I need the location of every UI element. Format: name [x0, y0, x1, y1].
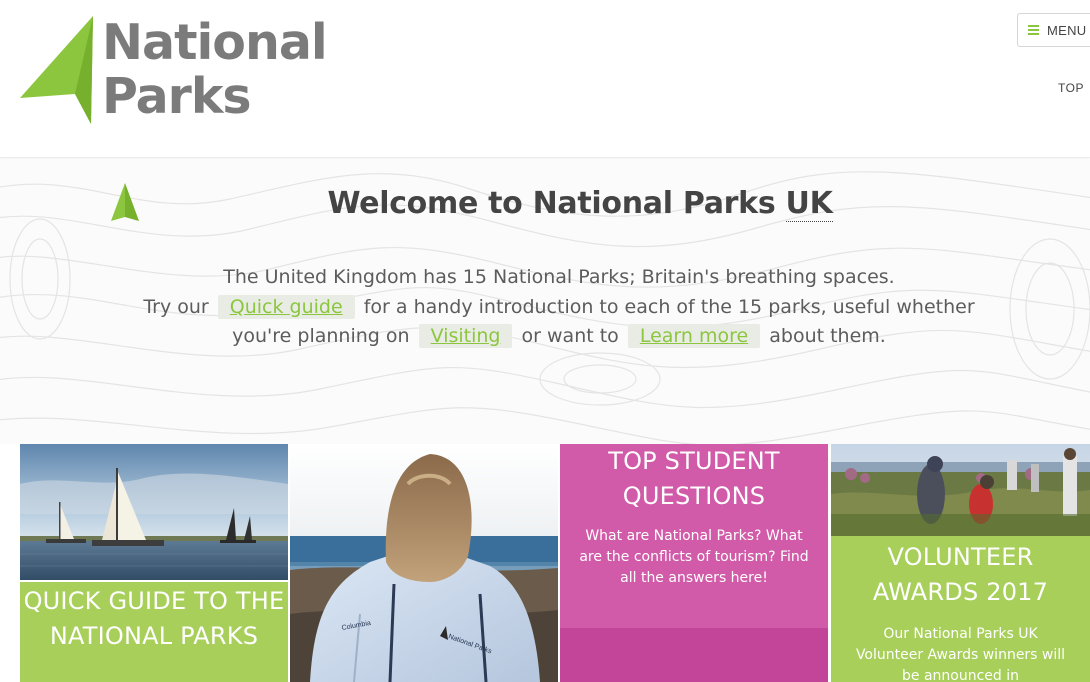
uk-abbreviation: UK	[785, 186, 833, 222]
student-questions-tile[interactable]: TOP STUDENT QUESTIONS What are National …	[560, 444, 828, 682]
welcome-section: Welcome to National Parks UK The United …	[0, 159, 1090, 444]
intro-text: for a handy introduction to each of the …	[363, 295, 975, 318]
intro-line-1: The United Kingdom has 15 National Parks…	[223, 266, 895, 288]
volunteer-awards-panel: VOLUNTEER AWARDS 2017 Our National Parks…	[831, 536, 1090, 682]
logo-text: National Parks	[102, 14, 328, 125]
intro-line-2: Try our Quick guide for a handy introduc…	[0, 293, 1090, 323]
visiting-link[interactable]: Visiting	[418, 324, 513, 348]
national-parks-logo[interactable]: National Parks	[18, 14, 328, 126]
welcome-title-text: Welcome to National Parks	[327, 186, 786, 221]
volunteer-awards-tile[interactable]: VOLUNTEER AWARDS 2017 Our National Parks…	[831, 444, 1090, 682]
logo-line-parks: Parks	[102, 68, 252, 125]
logo-arrow-icon	[20, 16, 93, 124]
site-header: National Parks MENU TOP	[0, 0, 1090, 158]
top-link[interactable]: TOP	[1058, 81, 1084, 95]
logo-line-national: National	[102, 14, 328, 71]
feature-tiles: QUICK GUIDE TO THE NATIONAL PARKS Columb…	[0, 444, 1090, 682]
hamburger-icon	[1028, 25, 1039, 35]
welcome-title: Welcome to National Parks UK	[0, 186, 1090, 222]
intro-text: Try our	[143, 295, 209, 318]
volunteer-awards-title: VOLUNTEER AWARDS 2017	[872, 543, 1049, 606]
student-questions-text: What are National Parks? What are the co…	[579, 528, 809, 586]
sailing-boats-image	[20, 444, 288, 580]
menu-button[interactable]: MENU	[1017, 13, 1090, 47]
student-questions-footer	[560, 628, 828, 682]
quick-guide-tile[interactable]: QUICK GUIDE TO THE NATIONAL PARKS	[20, 444, 288, 682]
quick-guide-link[interactable]: Quick guide	[217, 294, 355, 319]
welcome-intro: The United Kingdom has 15 National Parks…	[0, 263, 1090, 352]
intro-text: or want to	[521, 325, 619, 347]
volunteers-image	[831, 444, 1090, 536]
ranger-photo-tile[interactable]: Columbia National Parks	[290, 444, 558, 682]
ranger-jacket-image: Columbia National Parks	[290, 444, 558, 682]
student-questions-title: TOP STUDENT QUESTIONS	[608, 447, 780, 510]
quick-guide-panel: QUICK GUIDE TO THE NATIONAL PARKS	[20, 582, 288, 682]
intro-text: you're planning on	[232, 325, 410, 347]
learn-more-link[interactable]: Learn more	[627, 324, 761, 348]
menu-label: MENU	[1047, 22, 1087, 38]
volunteer-awards-text: Our National Parks UK Volunteer Awards w…	[855, 626, 1066, 682]
intro-text: about them.	[769, 325, 886, 347]
quick-guide-title: QUICK GUIDE TO THE NATIONAL PARKS	[23, 587, 285, 650]
intro-line-3: you're planning on Visiting or want to L…	[0, 322, 1090, 352]
